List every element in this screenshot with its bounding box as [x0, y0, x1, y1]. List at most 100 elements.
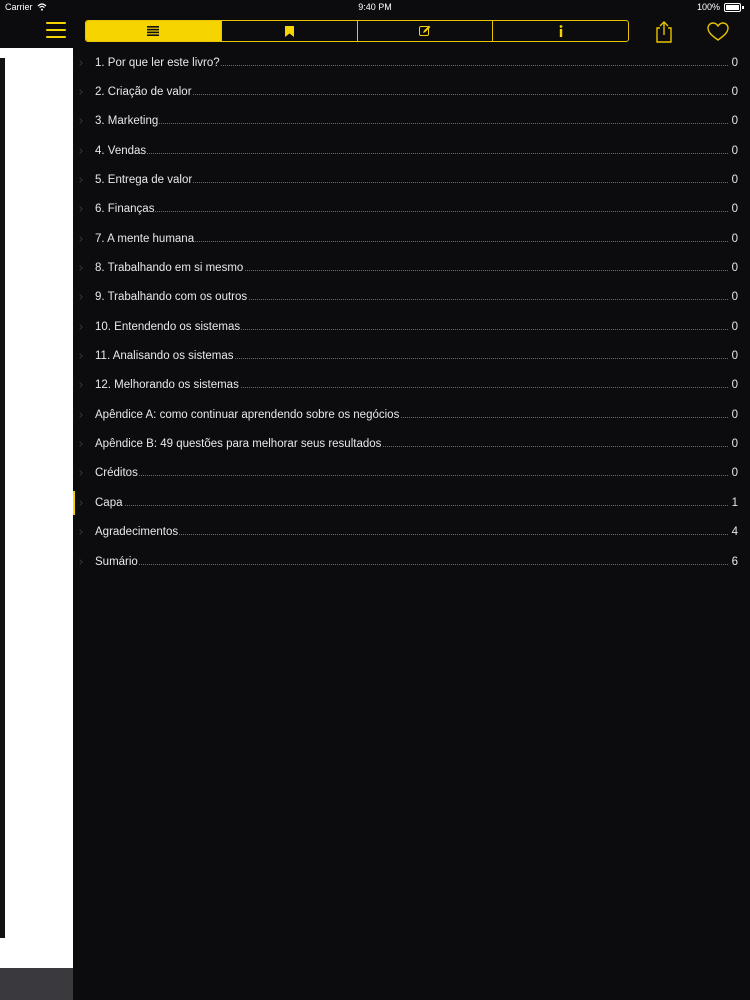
toc-item-page: 0 [728, 262, 738, 275]
toc-item-page: 0 [728, 467, 738, 480]
list-icon [147, 26, 160, 36]
battery-percent: 100% [696, 2, 720, 12]
toc-item-page: 0 [728, 203, 738, 216]
chevron-icon [77, 89, 83, 95]
battery-icon [724, 2, 741, 12]
toolbar [0, 14, 750, 50]
toc-item[interactable]: 8. Trabalhando em si mesmo 0 [73, 253, 750, 282]
chevron-icon [77, 235, 83, 242]
toc-item-page: 1 [728, 496, 738, 509]
toc-item[interactable]: Capa 1 [73, 488, 750, 517]
toc-item[interactable]: Apêndice B: 49 questões para melhorar se… [73, 429, 750, 458]
toc-item[interactable]: 9. Trabalhando com os outros 0 [73, 283, 750, 312]
toc-item-page: 0 [728, 232, 738, 245]
toc-item-title: 9. Trabalhando com os outros [95, 291, 249, 304]
toc-item[interactable]: 4. Vendas 0 [73, 136, 750, 165]
toc-item-page: 0 [728, 56, 738, 69]
toc-item[interactable]: 7. A mente humana 0 [73, 224, 750, 253]
toc-item-title: Agradecimentos [95, 526, 180, 539]
dot-leader [95, 475, 738, 477]
chevron-icon [77, 323, 83, 330]
chevron-icon [77, 382, 83, 389]
chevron-icon [77, 147, 83, 154]
toc-item-page: 4 [728, 526, 738, 539]
toc-item[interactable]: 1. Por que ler este livro? 0 [73, 48, 750, 77]
share-icon [656, 21, 672, 43]
chevron-icon [77, 499, 83, 506]
toc-item-page: 0 [728, 291, 738, 304]
chevron-icon [77, 59, 83, 66]
toc-item[interactable]: Créditos 0 [73, 459, 750, 488]
info-icon [559, 25, 563, 37]
chevron-icon [77, 353, 83, 359]
toc-item-page: 0 [728, 86, 738, 99]
hamburger-menu-icon[interactable] [46, 22, 66, 40]
toc-item-title: 10. Entendendo os sistemas [95, 320, 242, 333]
dot-leader [95, 504, 738, 506]
chevron-icon [77, 529, 83, 536]
toc-item-page: 0 [728, 408, 738, 421]
toc-item-title: 6. Finanças [95, 203, 156, 216]
share-button[interactable] [653, 20, 675, 44]
chevron-icon [77, 441, 83, 447]
toc-item-page: 0 [728, 144, 738, 157]
toc-item[interactable]: 12. Melhorando os sistemas 0 [73, 371, 750, 400]
dot-leader [95, 211, 738, 213]
toc-item-page: 6 [728, 555, 738, 568]
toc-item[interactable]: Apêndice A: como continuar aprendendo so… [73, 400, 750, 429]
battery-group: 100% [697, 2, 744, 12]
dot-leader [95, 152, 738, 154]
toc-item-title: Créditos [95, 467, 139, 480]
toc-item-page: 0 [728, 379, 738, 392]
toc-item-title: 1. Por que ler este livro? [95, 56, 221, 69]
chevron-icon [77, 558, 83, 565]
tab-bookmarks[interactable] [220, 21, 357, 41]
toc-item[interactable]: 3. Marketing 0 [73, 107, 750, 136]
toc-item-title: Capa [95, 496, 124, 509]
toc-item-page: 0 [728, 438, 738, 451]
chevron-icon [77, 470, 83, 477]
chevron-icon [77, 294, 83, 301]
toc-item-title: 8. Trabalhando em si mesmo [95, 262, 245, 275]
toc-item-page: 0 [728, 350, 738, 363]
toc-item-title: Apêndice B: 49 questões para melhorar se… [95, 438, 383, 451]
chevron-icon [77, 265, 83, 271]
toc-item-page: 0 [728, 174, 738, 187]
chevron-icon [77, 206, 83, 213]
page-preview[interactable] [0, 48, 73, 968]
status-time: 9:40 PM [358, 2, 392, 12]
heart-icon [707, 22, 729, 41]
toc-segmented-control [85, 20, 629, 42]
bottom-strip [0, 968, 73, 1000]
toc-item[interactable]: 6. Finanças 0 [73, 195, 750, 224]
chevron-icon [77, 118, 83, 125]
toc-item-title: 4. Vendas [95, 144, 148, 157]
chevron-icon [77, 177, 83, 183]
toc-item[interactable]: Sumário 6 [73, 547, 750, 576]
toc-item[interactable]: 11. Analisando os sistemas 0 [73, 341, 750, 370]
note-edit-icon [418, 25, 431, 36]
favorite-button[interactable] [707, 22, 729, 42]
table-of-contents: 1. Por que ler este livro? 0 2. Criação de… [73, 48, 750, 576]
toc-item-title: 7. A mente humana [95, 232, 196, 245]
tab-info[interactable] [492, 21, 628, 41]
chevron-icon [77, 411, 83, 418]
tab-contents[interactable] [86, 21, 221, 41]
toc-item-title: 5. Entrega de valor [95, 174, 194, 187]
toc-item[interactable]: 5. Entrega de valor 0 [73, 165, 750, 194]
dot-leader [95, 563, 738, 565]
bookmark-icon [284, 25, 294, 37]
toc-item[interactable]: 2. Criação de valor 0 [73, 77, 750, 106]
dot-leader [95, 534, 738, 536]
toc-item[interactable]: 10. Entendendo os sistemas 0 [73, 312, 750, 341]
tab-notes[interactable] [356, 21, 493, 41]
toc-item-title: 12. Melhorando os sistemas [95, 379, 240, 392]
toc-item-page: 0 [728, 320, 738, 333]
dot-leader [95, 123, 738, 125]
toc-item[interactable]: Agradecimentos 4 [73, 518, 750, 547]
toc-item-page: 0 [728, 115, 738, 128]
toc-item-title: 2. Criação de valor [95, 86, 193, 99]
status-bar: Carrier 9:40 PM 100% [0, 0, 750, 14]
toc-item-title: Sumário [95, 555, 139, 568]
toc-item-title: 3. Marketing [95, 115, 160, 128]
